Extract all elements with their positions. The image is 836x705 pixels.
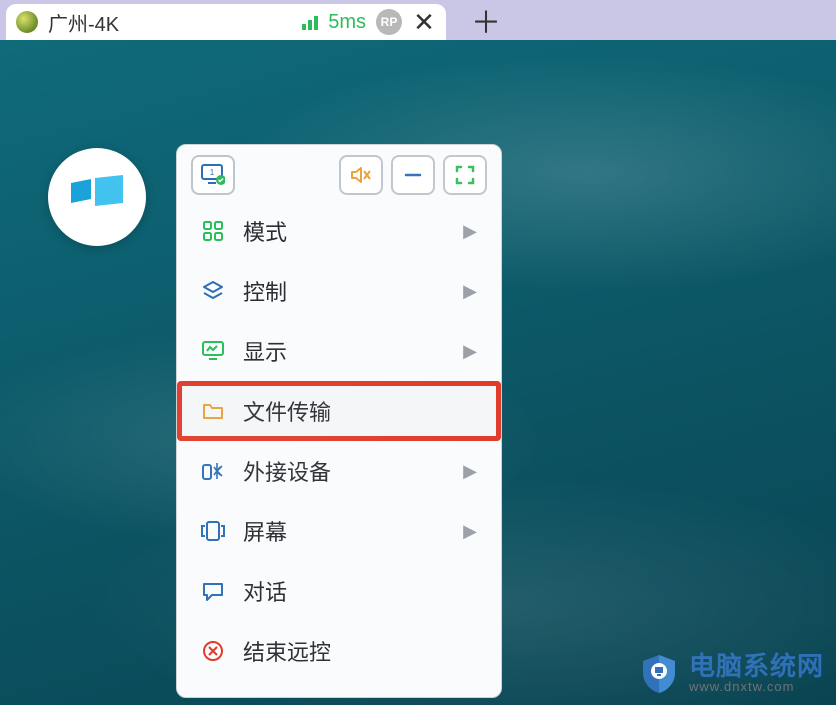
- browser-tab[interactable]: 广州-4K 5ms RP ✕: [6, 4, 446, 40]
- menu-label: 控制: [243, 275, 445, 307]
- chevron-right-icon: ▶: [463, 521, 477, 542]
- menu-label: 外接设备: [243, 455, 445, 487]
- chevron-right-icon: ▶: [463, 221, 477, 242]
- minimize-icon: [402, 164, 424, 186]
- chevron-right-icon: ▶: [463, 281, 477, 302]
- watermark-logo-icon: [637, 651, 681, 695]
- close-tab-button[interactable]: ✕: [412, 7, 436, 38]
- tab-favicon: [16, 11, 38, 33]
- fullscreen-button[interactable]: [443, 155, 487, 195]
- menu-item-end-session[interactable]: 结束远控: [177, 621, 501, 681]
- menu-label: 屏幕: [243, 515, 445, 547]
- tab-title: 广州-4K: [48, 8, 292, 37]
- new-tab-button[interactable]: ＋: [466, 0, 506, 42]
- app-logo[interactable]: [48, 148, 146, 246]
- menu-item-external-devices[interactable]: 外接设备 ▶: [177, 441, 501, 501]
- menu-label: 对话: [243, 575, 477, 607]
- chevron-right-icon: ▶: [463, 341, 477, 362]
- watermark-title: 电脑系统网: [689, 652, 824, 681]
- menu-label: 显示: [243, 335, 445, 367]
- menu-item-file-transfer[interactable]: 文件传输: [177, 381, 501, 441]
- menu-item-chat[interactable]: 对话: [177, 561, 501, 621]
- mute-button[interactable]: [339, 155, 383, 195]
- latency-value: 5ms: [328, 11, 366, 34]
- remote-desktop: 1: [0, 40, 836, 705]
- signal-icon: [302, 14, 318, 30]
- monitor-icon: [201, 341, 225, 361]
- menu-item-screen[interactable]: 屏幕 ▶: [177, 501, 501, 561]
- todesk-logo-icon: [69, 175, 125, 219]
- watermark: 电脑系统网 www.dnxtw.com: [637, 651, 824, 695]
- close-circle-icon: [201, 640, 225, 662]
- rp-badge: RP: [376, 9, 402, 35]
- menu-item-mode[interactable]: 模式 ▶: [177, 201, 501, 261]
- tab-bar: 广州-4K 5ms RP ✕ ＋: [0, 0, 836, 40]
- control-panel: 1: [176, 144, 502, 698]
- devices-icon: [201, 461, 225, 481]
- chat-icon: [201, 581, 225, 601]
- folder-icon: [201, 402, 225, 420]
- svg-text:1: 1: [210, 168, 215, 177]
- menu-item-control[interactable]: 控制 ▶: [177, 261, 501, 321]
- menu-label: 模式: [243, 215, 445, 247]
- fullscreen-icon: [454, 164, 476, 186]
- monitor-check-icon: 1: [201, 164, 225, 186]
- minimize-button[interactable]: [391, 155, 435, 195]
- panel-toolbar: 1: [177, 145, 501, 201]
- menu-label: 结束远控: [243, 635, 477, 667]
- monitor-status-button[interactable]: 1: [191, 155, 235, 195]
- menu-item-display[interactable]: 显示 ▶: [177, 321, 501, 381]
- grid-icon: [201, 221, 225, 241]
- screens-icon: [201, 521, 225, 541]
- menu-label: 文件传输: [243, 395, 477, 427]
- layers-icon: [201, 280, 225, 302]
- watermark-url: www.dnxtw.com: [689, 680, 824, 694]
- chevron-right-icon: ▶: [463, 461, 477, 482]
- speaker-mute-icon: [349, 164, 373, 186]
